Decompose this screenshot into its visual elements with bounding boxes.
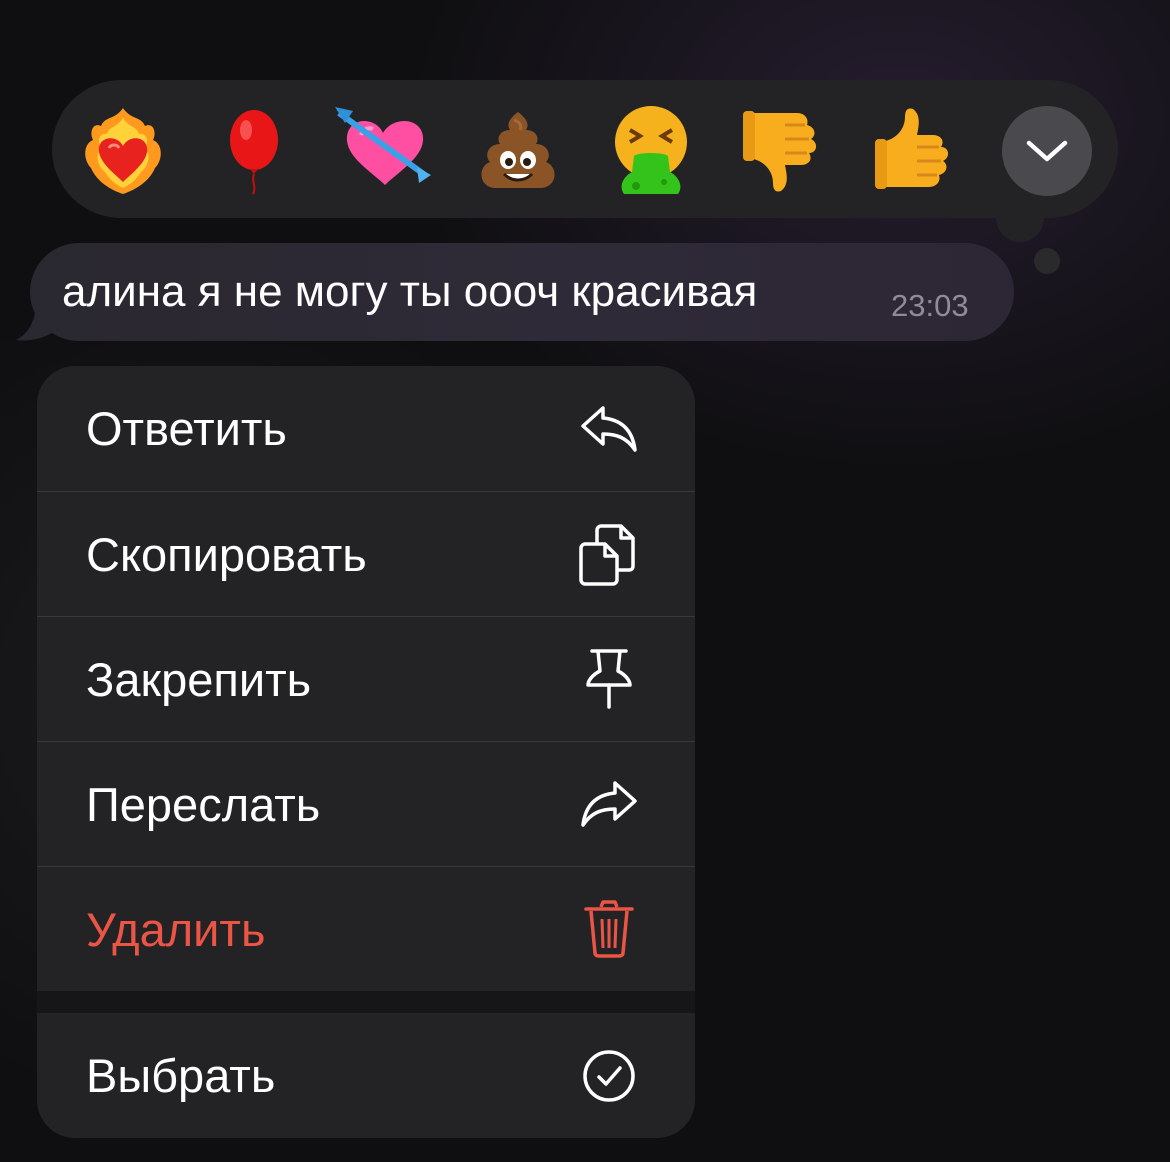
message-text: алина я не могу ты оооч красивая (62, 267, 758, 316)
menu-item-label: Удалить (86, 902, 266, 956)
menu-item-select[interactable]: Выбрать (37, 1013, 695, 1138)
forward-icon (577, 772, 641, 836)
reaction-heart-with-arrow[interactable] (333, 100, 433, 200)
reaction-bar-tail-dot (996, 194, 1044, 242)
reaction-thumbs-up[interactable] (864, 100, 964, 200)
menu-item-label: Закрепить (86, 652, 312, 706)
heart-on-fire-icon (85, 108, 161, 194)
menu-item-reply[interactable]: Ответить (37, 366, 695, 491)
pile-of-poo-icon (481, 112, 555, 188)
trash-icon (577, 897, 641, 961)
menu-item-label: Переслать (86, 777, 321, 831)
message-time: 23:03 (891, 288, 969, 323)
reaction-heart-on-fire[interactable] (73, 100, 173, 200)
reply-icon (577, 397, 641, 461)
reaction-pile-of-poo[interactable] (468, 100, 568, 200)
context-menu: Ответить Скопировать Закрепить Переслать… (37, 366, 695, 1138)
reaction-face-vomiting[interactable] (601, 100, 701, 200)
reaction-red-balloon[interactable] (204, 100, 304, 200)
pin-icon (577, 647, 641, 711)
reaction-bar-tail-dot-small (1034, 248, 1060, 274)
heart-with-arrow-icon (335, 107, 431, 185)
red-balloon-icon (230, 110, 278, 195)
menu-item-forward[interactable]: Переслать (37, 741, 695, 866)
thumbs-up-icon (875, 108, 949, 189)
copy-icon (577, 522, 641, 586)
expand-reactions-button[interactable] (1002, 106, 1092, 196)
menu-item-delete[interactable]: Удалить (37, 866, 695, 991)
menu-item-copy[interactable]: Скопировать (37, 491, 695, 616)
chevron-down-icon (1026, 140, 1068, 162)
menu-item-label: Ответить (86, 402, 287, 455)
menu-section-gap (37, 991, 695, 1013)
menu-item-label: Выбрать (86, 1049, 276, 1102)
menu-item-label: Скопировать (86, 527, 367, 581)
menu-item-pin[interactable]: Закрепить (37, 616, 695, 741)
reaction-thumbs-down[interactable] (732, 100, 832, 200)
face-vomiting-icon (615, 106, 687, 194)
thumbs-down-icon (743, 111, 817, 192)
check-circle-icon (577, 1044, 641, 1108)
